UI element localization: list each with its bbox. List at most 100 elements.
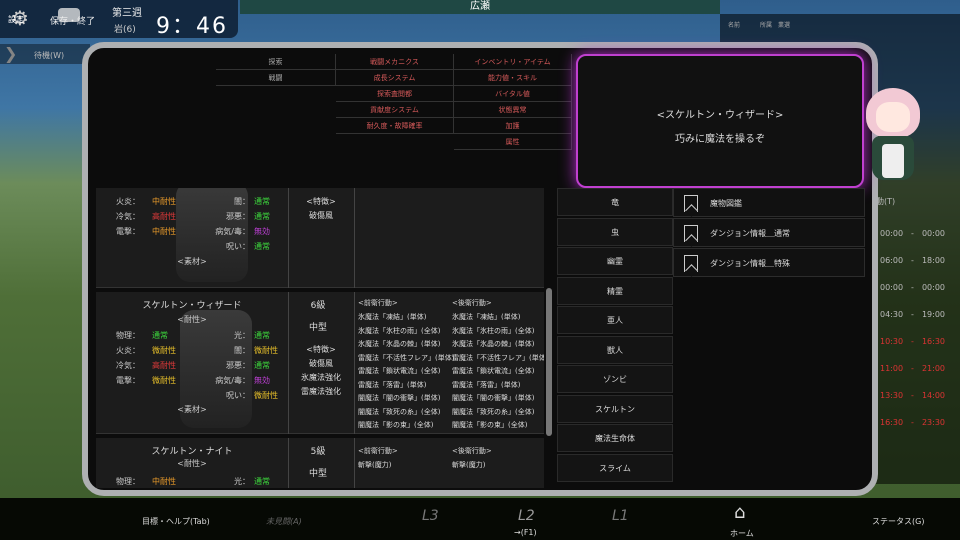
front-action: 雷魔法「落雷」(単体) [358,380,427,389]
wait-button[interactable]: 待機(W) [0,44,90,64]
menu-item[interactable]: 貢献度システム [336,102,454,118]
category-item[interactable]: 虫 [557,217,673,246]
book-item[interactable]: ダンジョン情報＿通常 [673,218,865,247]
resist-key: 病気/毒： [215,376,250,385]
resist-value: 中耐性 [152,227,176,236]
book-item[interactable]: 魔物図鑑 [673,188,865,217]
home-button[interactable]: ホーム [730,528,754,539]
faded-option[interactable]: 未見闘(A) [266,516,302,527]
monster-name: スケルトン・ナイト [151,447,233,457]
menu-item[interactable]: 状態異常 [454,102,572,118]
front-action-label: <前衛行動> [358,299,398,307]
category-item[interactable]: 精霊 [557,276,673,305]
week-label: 第三週 [112,8,142,19]
menu-item[interactable]: 探索 [216,54,336,70]
entry-scrollbar[interactable] [546,288,552,436]
category-item[interactable]: 竜 [557,188,673,216]
menu-item[interactable]: 戦闘 [216,70,336,86]
category-item[interactable]: スケルトン [557,394,673,423]
right-col-affil: 所属 業選 [760,22,791,29]
home-icon[interactable]: ⌂ [734,502,745,523]
menu-item[interactable]: 能力値・スキル [454,70,572,86]
front-action: 雷魔法「不活性フレア」(単体) [358,353,455,362]
traits-label: <特徴> [306,197,336,206]
front-action: 闇魔法「致死の糸」(全体) [358,407,441,416]
schedule-time: 00:00 - 00:00 [880,283,945,292]
category-item[interactable]: ゾンビ [557,365,673,393]
category-item[interactable]: 亜人 [557,306,673,334]
schedule-time: 06:00 - 18:00 [880,256,945,265]
monster-size: 中型 [308,323,327,333]
monster-entry[interactable]: スケルトン・ナイト <耐性> 物理： 中耐性 光： 通常 5級 中型 <前衛行動> <… [96,438,544,488]
resist-value: 無効 [254,227,270,236]
monster-entry[interactable]: 火炎： 中耐性 闇： 通常 冷気： 高耐性 邪悪： 通常 電撃： 中耐性 病気/毒： 無効 呪い： 通常 … [96,188,544,288]
front-action: 氷魔法「凍結」(単体) [358,313,427,321]
book-item[interactable]: ダンジョン情報＿特殊 [673,248,865,277]
category-item[interactable]: 魔法生命体 [557,424,673,452]
monster-size: 中型 [308,469,327,479]
resist-value: 中耐性 [152,197,176,206]
resist-value: 通常 [254,477,270,486]
back-action: 氷魔法「凍結」(単体) [452,313,521,321]
save-quit-button[interactable]: 保存・終了 [50,14,95,27]
resist-value: 微耐性 [254,391,278,400]
help-button[interactable]: 目標・ヘルプ(Tab) [142,516,210,527]
monster-level: 6級 [310,301,326,311]
category-item[interactable]: 獣人 [557,335,673,364]
back-action: 雷魔法「落雷」(単体) [452,380,521,389]
menu-item[interactable]: 成長システム [336,70,454,86]
l1-tab[interactable]: L1 [612,508,629,524]
category-item[interactable]: スライム [557,453,673,482]
hud-panel: ⚙ 設定 保存・終了 第三週 岩(6) 9：46 [0,0,238,39]
menu-item[interactable]: 属性 [454,134,572,150]
menu-item[interactable]: 探索査閲都 [336,86,454,102]
menu-item[interactable]: 耐久度・故障確率 [336,118,454,134]
back-action: 雷魔法「不活性フレア」(単体) [452,353,544,362]
menu-item[interactable]: 戦闘メカニクス [336,54,454,70]
resist-value: 中耐性 [152,477,176,486]
front-action-label: <前衛行動> [358,447,398,455]
clock: 9：46 [156,14,228,39]
trait: 破傷風 [309,211,333,220]
back-action: 闇魔法「致死の糸」(全体) [452,407,535,416]
resist-value: 微耐性 [152,346,176,355]
resist-value: 通常 [152,331,168,340]
front-action: 闇魔法「闇の衝撃」(単体) [358,394,441,402]
back-action: 斬撃(魔力) [452,461,486,469]
l2-tab[interactable]: L2 [518,508,535,524]
back-action: 闇魔法「闇の衝撃」(単体) [452,394,535,402]
bottom-bar: 目標・ヘルプ(Tab) 未見闘(A) L3 L2 →(F1) L1 ⌂ ホーム … [0,498,960,540]
schedule-time: 13:30 - 14:00 [880,391,945,400]
help-topic-menu: 探索 戦闘 戦闘メカニクス 成長システム 探索査閲都 貢献度システム 耐久度・故障確率 インベ… [216,54,572,158]
settings-label[interactable]: 設定 [8,14,24,25]
resist-key: 物理： [116,331,140,340]
resist-label: <耐性> [177,459,207,468]
menu-item[interactable]: インベントリ・アイテム [454,54,572,70]
resist-key: 電撃： [116,376,140,385]
monster-tooltip: <スケルトン・ウィザード> 巧みに魔法を操るぞ [576,54,864,188]
resist-value: 通常 [254,361,270,370]
schedule-time: 00:00 - 00:00 [880,229,945,238]
resist-key: 邪悪： [226,361,250,370]
resist-key: 火炎： [116,346,140,355]
l3-tab[interactable]: L3 [422,508,439,524]
menu-item[interactable]: 加護 [454,118,572,134]
resist-value: 通常 [254,197,270,206]
resist-value: 通常 [254,212,270,221]
resist-key: 闇： [234,346,250,355]
resist-key: 呪い： [226,242,250,251]
status-button[interactable]: ステータス(G) [872,516,924,527]
tooltip-text: 巧みに魔法を操るぞ [675,134,765,145]
category-item[interactable]: 幽霊 [557,247,673,275]
back-action: 雷魔法「鎖状電流」(全体) [452,367,535,375]
monster-entry[interactable]: スケルトン・ウィザード <耐性> 物理： 通常 光： 通常 火炎： 微耐性 闇： 微耐性 冷気：… [96,292,544,434]
tooltip-title: <スケルトン・ウィザード> [656,110,784,121]
resist-value: 高耐性 [152,361,176,370]
bookmark-icon [684,255,698,272]
resist-label: <耐性> [177,315,207,324]
schedule-time: 11:00 - 21:00 [880,364,945,373]
bookmark-icon [684,195,698,212]
resist-key: 電撃： [116,227,140,236]
menu-item[interactable]: バイタル値 [454,86,572,102]
front-action: 氷魔法「氷晶の棘」(単体) [358,340,441,348]
